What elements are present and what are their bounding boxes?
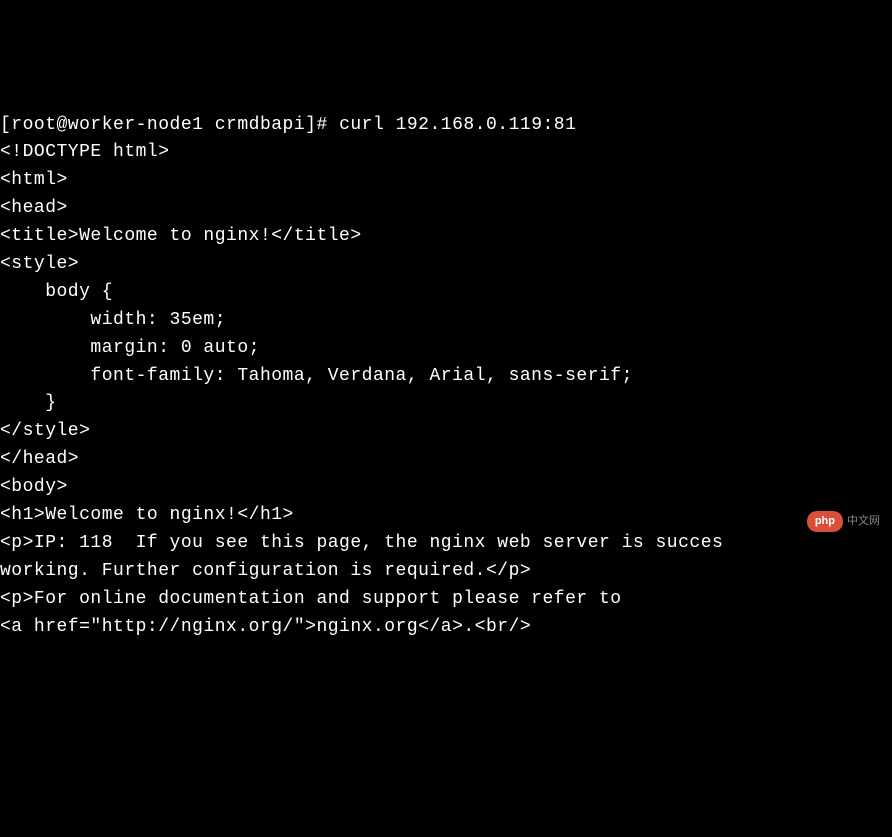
output-line: <html> — [0, 167, 892, 195]
output-line: font-family: Tahoma, Verdana, Arial, san… — [0, 363, 892, 391]
output-line: <a href="http://nginx.org/">nginx.org</a… — [0, 614, 892, 642]
output-line: </head> — [0, 446, 892, 474]
output-line: body { — [0, 279, 892, 307]
output-line: <p>For online documentation and support … — [0, 586, 892, 614]
output-line: <title>Welcome to nginx!</title> — [0, 223, 892, 251]
output-line: margin: 0 auto; — [0, 335, 892, 363]
terminal-output: [root@worker-node1 crmdbapi]# curl 192.1… — [0, 112, 892, 642]
output-line: working. Further configuration is requir… — [0, 558, 892, 586]
output-line: <head> — [0, 195, 892, 223]
output-line: } — [0, 390, 892, 418]
output-line: <h1>Welcome to nginx!</h1> — [0, 502, 892, 530]
output-line: <!DOCTYPE html> — [0, 139, 892, 167]
shell-prompt: [root@worker-node1 crmdbapi]# — [0, 115, 339, 135]
command-line: [root@worker-node1 crmdbapi]# curl 192.1… — [0, 112, 892, 140]
watermark-badge: php — [807, 511, 843, 532]
watermark-text: 中文网 — [847, 513, 880, 530]
output-line: <style> — [0, 251, 892, 279]
shell-command[interactable]: curl 192.168.0.119:81 — [339, 115, 576, 135]
output-line: <p>IP: 118 If you see this page, the ngi… — [0, 530, 892, 558]
watermark: php 中文网 — [807, 511, 880, 532]
output-line: width: 35em; — [0, 307, 892, 335]
output-line: <body> — [0, 474, 892, 502]
output-line: </style> — [0, 418, 892, 446]
